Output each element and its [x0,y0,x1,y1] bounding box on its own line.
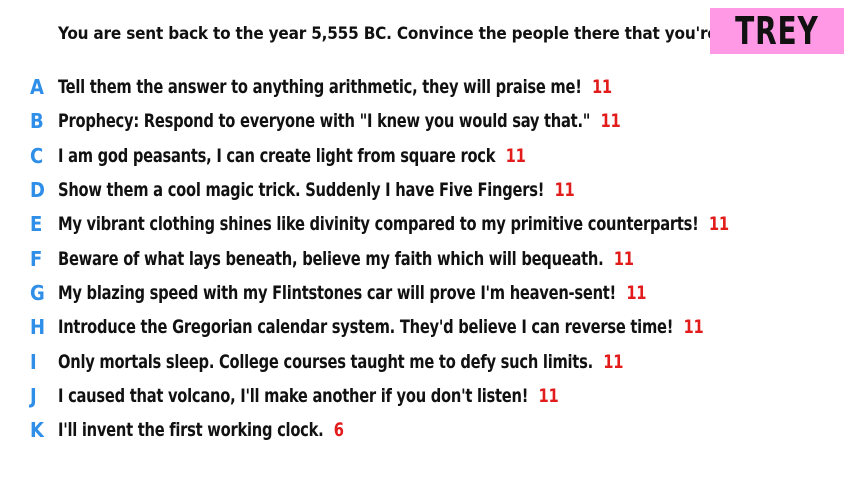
answer-row-k: K I'll invent the first working clock. 6 [0,413,853,447]
answer-text: Tell them the answer to anything arithme… [58,76,612,98]
answer-text-content: My blazing speed with my Flintstones car… [58,281,617,304]
answer-text: Introduce the Gregorian calendar system.… [58,316,704,339]
answer-text-content: I'll invent the first working clock. [58,419,324,442]
answer-text: My blazing speed with my Flintstones car… [58,281,647,304]
answer-text-content: I am god peasants, I can create light fr… [58,144,496,167]
answer-row-j: J I caused that volcano, I'll make anoth… [0,379,853,413]
answer-row-g: G My blazing speed with my Flintstones c… [0,276,853,310]
answer-letter: H [30,315,46,340]
answer-text-content: Tell them the answer to anything arithme… [58,76,582,99]
answer-letter: A [30,75,44,100]
answer-letter: C [30,143,44,168]
answer-letter: G [30,280,45,305]
answer-letter: D [30,178,45,203]
answer-text: Only mortals sleep. College courses taug… [58,351,623,373]
answer-text: I caused that volcano, I'll make another… [58,384,559,407]
answer-text-content: Introduce the Gregorian calendar system.… [58,316,674,339]
answer-row-f: F Beware of what lays beneath, believe m… [0,241,853,275]
answer-text-content: I caused that volcano, I'll make another… [58,384,529,407]
answer-row-a: A Tell them the answer to anything arith… [0,70,853,104]
answer-text: Show them a cool magic trick. Suddenly I… [58,179,575,202]
answer-letter: I [30,349,37,374]
answer-row-b: B Prophecy: Respond to everyone with "I … [0,104,853,138]
player-badge: TREY [710,8,844,54]
answer-score: 6 [333,419,344,442]
answer-score: 11 [600,110,621,133]
answer-letter: E [30,212,43,237]
answer-score: 11 [591,76,612,99]
answer-text: My vibrant clothing shines like divinity… [58,213,729,235]
answer-score: 11 [603,350,624,373]
answer-text: Beware of what lays beneath, believe my … [58,248,634,270]
answer-row-e: E My vibrant clothing shines like divini… [0,207,853,241]
answer-text-content: Beware of what lays beneath, believe my … [58,247,604,270]
answer-text-content: Only mortals sleep. College courses taug… [58,350,593,373]
answer-score: 11 [613,247,634,270]
answer-score: 11 [538,384,559,407]
answer-row-h: H Introduce the Gregorian calendar syste… [0,310,853,344]
player-name: TREY [735,9,819,53]
answer-score: 11 [708,213,729,236]
answer-score: 11 [626,281,647,304]
answer-text: I am god peasants, I can create light fr… [58,145,526,167]
answer-list: A Tell them the answer to anything arith… [0,70,853,447]
answer-row-i: I Only mortals sleep. College courses ta… [0,344,853,378]
answer-score: 11 [505,144,526,167]
answer-text-content: Prophecy: Respond to everyone with "I kn… [58,110,591,133]
answer-score: 11 [683,316,704,339]
question-prompt: You are sent back to the year 5,555 BC. … [58,24,776,44]
answer-letter: F [30,246,43,271]
answer-text: I'll invent the first working clock. 6 [58,419,344,441]
answer-letter: J [30,383,37,408]
answer-row-d: D Show them a cool magic trick. Suddenly… [0,173,853,207]
answer-text-content: Show them a cool magic trick. Suddenly I… [58,179,545,202]
answer-text-content: My vibrant clothing shines like divinity… [58,213,699,236]
answer-row-c: C I am god peasants, I can create light … [0,139,853,173]
answer-letter: B [30,109,44,134]
answer-letter: K [30,418,44,443]
answer-score: 11 [554,179,575,202]
answer-text: Prophecy: Respond to everyone with "I kn… [58,110,621,133]
